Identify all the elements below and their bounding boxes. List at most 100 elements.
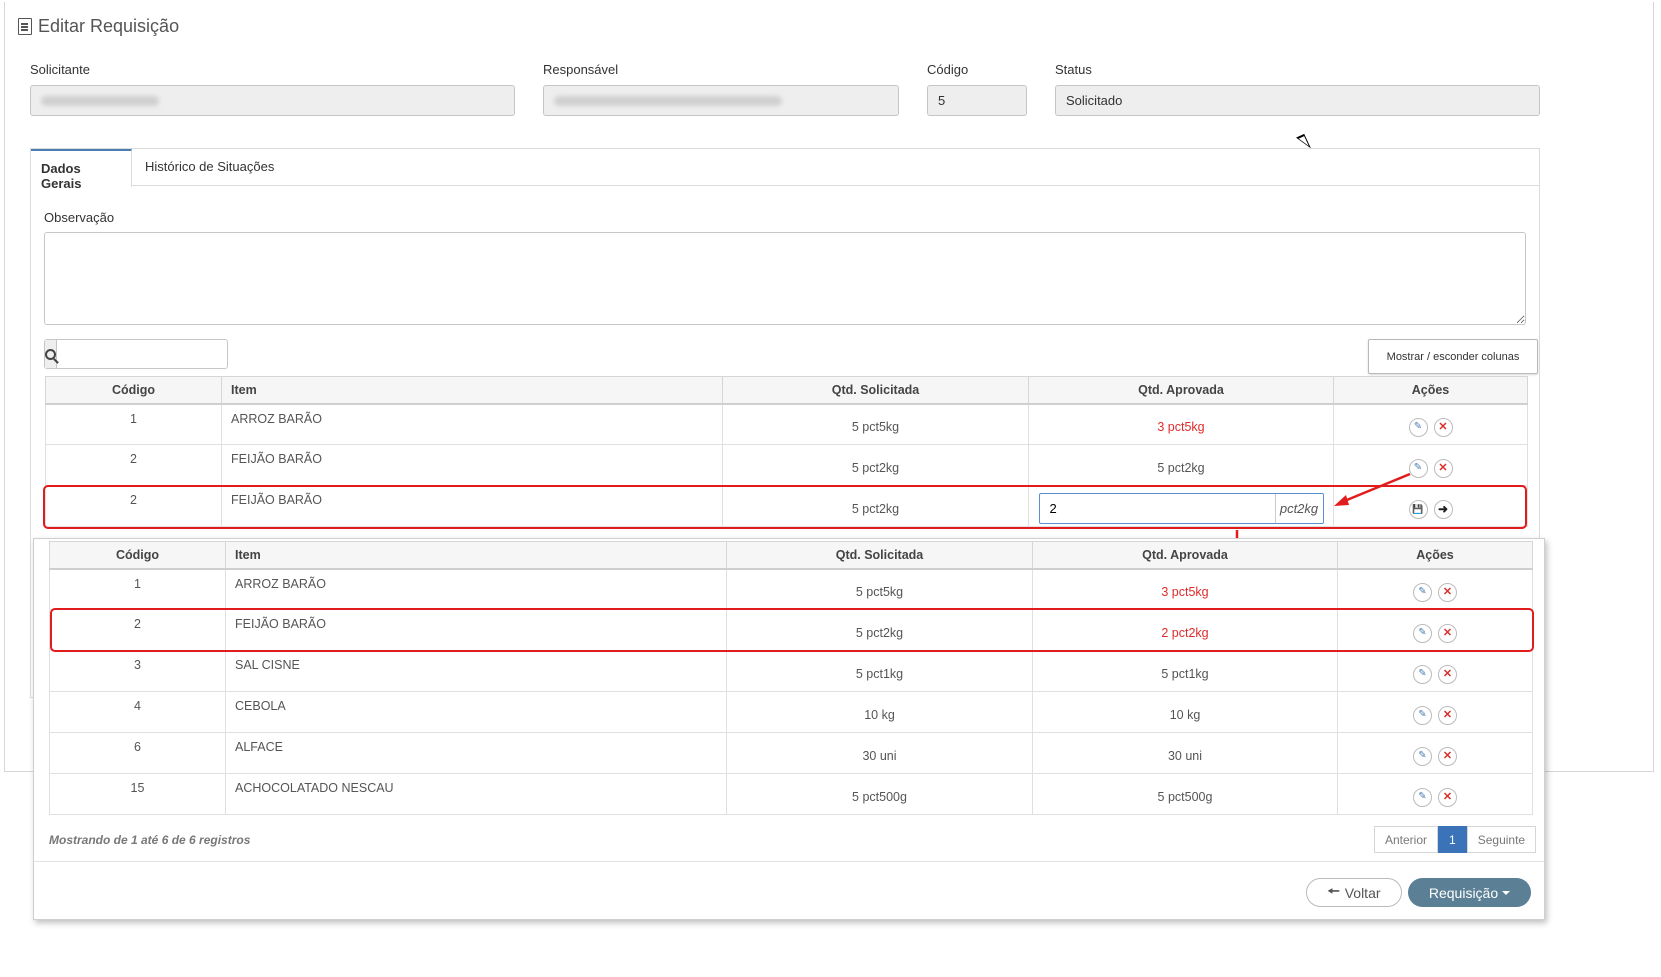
- col-header-codigo[interactable]: Código: [49, 541, 226, 570]
- tab-dados-gerais[interactable]: Dados Gerais: [31, 149, 132, 191]
- codigo-field[interactable]: 5: [927, 85, 1027, 116]
- table-header-row: Código Item Qtd. Solicitada Qtd. Aprovad…: [49, 541, 1533, 570]
- observacao-textarea[interactable]: [44, 232, 1526, 325]
- tab-historico-situacoes[interactable]: Histórico de Situações: [135, 149, 284, 186]
- pagination: Anterior 1 Seguinte: [1374, 826, 1537, 853]
- table-row: 3 SAL CISNE 5 pct1kg 5 pct1kg ✎ ✕: [49, 650, 1533, 692]
- pagination-prev[interactable]: Anterior: [1374, 826, 1439, 853]
- cell-item: CEBOLA: [225, 691, 727, 733]
- cell-qtd-solicitada: 5 pct1kg: [726, 650, 1033, 692]
- edit-icon[interactable]: ✎: [1413, 787, 1432, 807]
- search-addon: [45, 340, 57, 368]
- cell-item: ARROZ BARÃO: [225, 568, 727, 610]
- col-header-acoes: Ações: [1337, 541, 1533, 570]
- cell-acoes: ✎ ✕: [1337, 732, 1533, 774]
- cell-item: ALFACE: [225, 732, 727, 774]
- edit-icon[interactable]: ✎: [1413, 705, 1432, 725]
- delete-icon[interactable]: ✕: [1433, 417, 1453, 437]
- pagination-info: Mostrando de 1 até 6 de 6 registros: [49, 833, 251, 847]
- toggle-columns-button[interactable]: Mostrar / esconder colunas: [1368, 339, 1538, 374]
- requisicao-button-label: Requisição: [1428, 884, 1499, 901]
- redacted-text: [41, 96, 159, 106]
- cell-codigo: 3: [49, 650, 226, 692]
- cell-qtd-aprovada: 5 pct1kg: [1032, 650, 1338, 692]
- solicitante-label: Solicitante: [30, 62, 90, 77]
- delete-icon[interactable]: ✕: [1438, 787, 1457, 807]
- cell-qtd-aprovada: 5 pct2kg: [1028, 444, 1334, 486]
- cell-qtd-aprovada: 10 kg: [1032, 691, 1338, 733]
- status-label: Status: [1055, 62, 1092, 77]
- status-field[interactable]: Solicitado: [1055, 85, 1540, 116]
- col-header-item[interactable]: Item: [221, 376, 723, 405]
- pagination-page-1[interactable]: 1: [1438, 826, 1467, 853]
- solicitante-field[interactable]: [30, 85, 515, 116]
- col-header-item[interactable]: Item: [225, 541, 727, 570]
- delete-icon[interactable]: ✕: [1438, 705, 1457, 725]
- footer-divider: [34, 861, 1544, 862]
- search-input[interactable]: [57, 340, 245, 368]
- back-button[interactable]: 🠔 Voltar: [1306, 878, 1402, 907]
- cell-codigo: 1: [45, 403, 222, 445]
- cell-acoes: ✎ ✕: [1337, 773, 1533, 815]
- pagination-next[interactable]: Seguinte: [1466, 826, 1537, 853]
- delete-icon[interactable]: ✕: [1438, 664, 1457, 684]
- col-header-qtd-aprovada[interactable]: Qtd. Aprovada: [1032, 541, 1338, 570]
- cell-acoes: ✎ ✕: [1337, 568, 1533, 610]
- col-header-codigo[interactable]: Código: [45, 376, 222, 405]
- cell-item: SAL CISNE: [225, 650, 727, 692]
- document-icon: [18, 18, 32, 35]
- table-search: [44, 339, 245, 369]
- delete-icon[interactable]: ✕: [1433, 458, 1453, 478]
- cell-codigo: 4: [49, 691, 226, 733]
- delete-icon[interactable]: ✕: [1438, 746, 1457, 766]
- cell-acoes: ✎ ✕: [1337, 691, 1533, 733]
- page-title-text: Editar Requisição: [38, 16, 180, 36]
- highlight-updated-row: [50, 608, 1534, 652]
- col-header-qtd-solicitada[interactable]: Qtd. Solicitada: [726, 541, 1033, 570]
- redacted-text: [554, 96, 782, 106]
- cell-qtd-solicitada: 5 pct5kg: [722, 403, 1029, 445]
- cell-qtd-aprovada: 3 pct5kg: [1032, 568, 1338, 610]
- items-table-result: Código Item Qtd. Solicitada Qtd. Aprovad…: [49, 541, 1533, 815]
- edit-icon[interactable]: ✎: [1413, 664, 1432, 684]
- cell-qtd-solicitada: 5 pct2kg: [722, 444, 1029, 486]
- edit-icon[interactable]: ✎: [1408, 417, 1428, 437]
- col-header-qtd-solicitada[interactable]: Qtd. Solicitada: [722, 376, 1029, 405]
- back-button-label: Voltar: [1344, 884, 1381, 901]
- table-row: 6 ALFACE 30 uni 30 uni ✎ ✕: [49, 732, 1533, 774]
- table-row: 1 ARROZ BARÃO 5 pct5kg 3 pct5kg ✎ ✕: [45, 403, 1528, 445]
- arrow-left-icon: 🠔: [1327, 882, 1340, 899]
- delete-icon[interactable]: ✕: [1438, 582, 1457, 602]
- table-row: 2 FEIJÃO BARÃO 5 pct2kg 5 pct2kg ✎ ✕: [45, 444, 1528, 486]
- col-header-acoes: Ações: [1333, 376, 1528, 405]
- cell-item: ACHOCOLATADO NESCAU: [225, 773, 727, 815]
- responsavel-field[interactable]: [543, 85, 899, 116]
- cell-codigo: 1: [49, 568, 226, 610]
- cell-codigo: 15: [49, 773, 226, 815]
- table-header-row: Código Item Qtd. Solicitada Qtd. Aprovad…: [45, 376, 1528, 405]
- highlight-editing-row: [43, 485, 1527, 529]
- cell-acoes: ✎ ✕: [1337, 650, 1533, 692]
- cell-codigo: 2: [45, 444, 222, 486]
- search-icon: [45, 348, 56, 360]
- cell-qtd-aprovada: 30 uni: [1032, 732, 1338, 774]
- cell-item: ARROZ BARÃO: [221, 403, 723, 445]
- edit-icon[interactable]: ✎: [1413, 746, 1432, 766]
- observacao-label: Observação: [44, 210, 115, 225]
- edit-icon[interactable]: ✎: [1413, 582, 1432, 602]
- cell-codigo: 6: [49, 732, 226, 774]
- result-overlay-panel: Código Item Qtd. Solicitada Qtd. Aprovad…: [33, 538, 1545, 920]
- annotation-arrow-icon: [1334, 472, 1411, 506]
- cell-qtd-aprovada: 5 pct500g: [1032, 773, 1338, 815]
- cell-qtd-solicitada: 10 kg: [726, 691, 1033, 733]
- tabs-bar: Dados Gerais Histórico de Situações: [31, 149, 1539, 191]
- cell-qtd-solicitada: 30 uni: [726, 732, 1033, 774]
- page-title: Editar Requisição: [18, 16, 179, 37]
- table-row: 1 ARROZ BARÃO 5 pct5kg 3 pct5kg ✎ ✕: [49, 568, 1533, 610]
- cell-item: FEIJÃO BARÃO: [221, 444, 723, 486]
- requisicao-dropdown-button[interactable]: Requisição: [1408, 878, 1531, 907]
- cell-qtd-solicitada: 5 pct5kg: [726, 568, 1033, 610]
- caret-down-icon: [1502, 890, 1511, 895]
- codigo-label: Código: [927, 62, 969, 77]
- col-header-qtd-aprovada[interactable]: Qtd. Aprovada: [1028, 376, 1334, 405]
